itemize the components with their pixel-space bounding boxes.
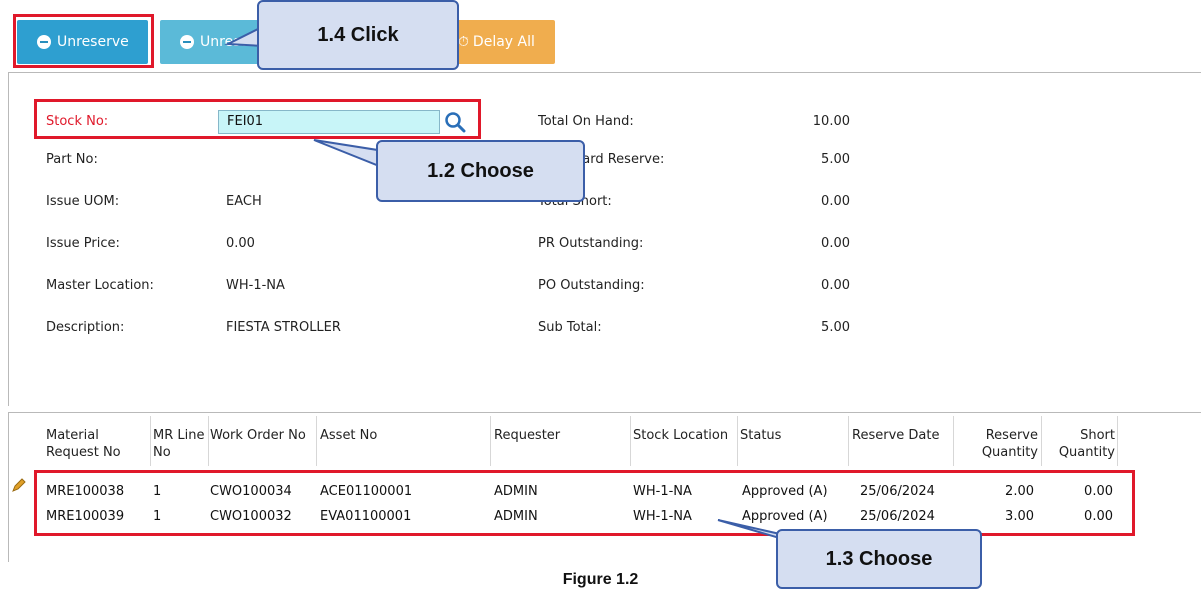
row-edit-icon [12,478,26,492]
cell-mr-no: MRE100039 [46,509,125,524]
callout-step-1-4: 1.4 Click [257,0,459,70]
col-header-status[interactable]: Status [740,427,781,444]
stock-no-label: Stock No: [46,114,109,129]
cell-requester: ADMIN [494,509,538,524]
cell-reserve-quantity: 2.00 [1005,484,1034,499]
total-on-hand-value: 10.00 [812,114,850,129]
col-header-material-request-no[interactable]: Material Request No [46,427,121,461]
po-outstanding-label: PO Outstanding: [538,278,645,293]
header-line: Quantity [981,445,1038,460]
cell-line-no: 1 [153,509,162,524]
column-divider [316,416,317,466]
delay-all-button-label: Delay All [472,34,535,50]
cell-asset-no: EVA01100001 [320,509,412,524]
column-divider [208,416,209,466]
cell-stock-location: WH-1-NA [633,509,692,524]
column-divider [150,416,151,466]
cell-requester: ADMIN [494,484,538,499]
stock-no-input[interactable]: FEI01 [218,110,440,134]
part-no-label: Part No: [46,152,98,167]
column-divider [630,416,631,466]
issue-price-value: 0.00 [226,236,255,251]
cell-stock-location: WH-1-NA [633,484,692,499]
column-divider [490,416,491,466]
header-line: Short [1080,428,1115,443]
column-divider [1117,416,1118,466]
col-header-stock-location[interactable]: Stock Location [633,427,728,444]
col-header-asset-no[interactable]: Asset No [320,427,377,444]
sub-total-label: Sub Total: [538,320,602,335]
cell-reserve-date: 25/06/2024 [860,509,935,524]
cell-reserve-quantity: 3.00 [1005,509,1034,524]
callout-step-1-2: 1.2 Choose [376,140,585,202]
issue-uom-label: Issue UOM: [46,194,120,209]
unreserve-button[interactable]: Unreserve [17,20,148,64]
header-line: MR Line [153,428,205,443]
total-hard-reserve-value: 5.00 [821,152,850,167]
header-line: No [153,445,171,460]
total-on-hand-label: Total On Hand: [538,114,634,129]
clock-icon: ⏱ [458,34,469,50]
cell-work-order-no: CWO100034 [210,484,292,499]
col-header-reserve-date[interactable]: Reserve Date [852,427,939,444]
po-outstanding-value: 0.00 [821,278,850,293]
column-divider [953,416,954,466]
issue-price-label: Issue Price: [46,236,120,251]
header-line: Material [46,428,99,443]
unreserve-button-label: Unreserve [57,34,129,50]
cell-status: Approved (A) [742,484,828,499]
cell-status: Approved (A) [742,509,828,524]
cell-work-order-no: CWO100032 [210,509,292,524]
cell-line-no: 1 [153,484,162,499]
toolbar: Unreserve Unreserve All ⏱ Delay All [0,0,1201,70]
column-divider [848,416,849,466]
col-header-mr-line-no[interactable]: MR Line No [153,427,204,461]
master-location-label: Master Location: [46,278,154,293]
minus-circle-icon [37,35,51,49]
master-location-value: WH-1-NA [226,278,285,293]
column-divider [1041,416,1042,466]
minus-circle-icon [180,35,194,49]
total-short-value: 0.00 [821,194,850,209]
search-icon[interactable] [443,110,467,134]
col-header-reserve-quantity[interactable]: Reserve Quantity [958,427,1038,461]
description-label: Description: [46,320,125,335]
description-value: FIESTA STROLLER [226,320,341,335]
cell-short-quantity: 0.00 [1084,509,1113,524]
cell-short-quantity: 0.00 [1084,484,1113,499]
cell-asset-no: ACE01100001 [320,484,413,499]
header-line: Reserve [985,428,1038,443]
col-header-work-order-no[interactable]: Work Order No [210,427,306,444]
figure-caption: Figure 1.2 [562,571,639,588]
header-line: Quantity [1058,445,1115,460]
pr-outstanding-value: 0.00 [821,236,850,251]
col-header-requester[interactable]: Requester [494,427,560,444]
pr-outstanding-label: PR Outstanding: [538,236,644,251]
col-header-short-quantity[interactable]: Short Quantity [1045,427,1115,461]
cell-reserve-date: 25/06/2024 [860,484,935,499]
cell-mr-no: MRE100038 [46,484,125,499]
issue-uom-value: EACH [226,194,262,209]
column-divider [737,416,738,466]
header-line: Request No [46,445,121,460]
sub-total-value: 5.00 [821,320,850,335]
